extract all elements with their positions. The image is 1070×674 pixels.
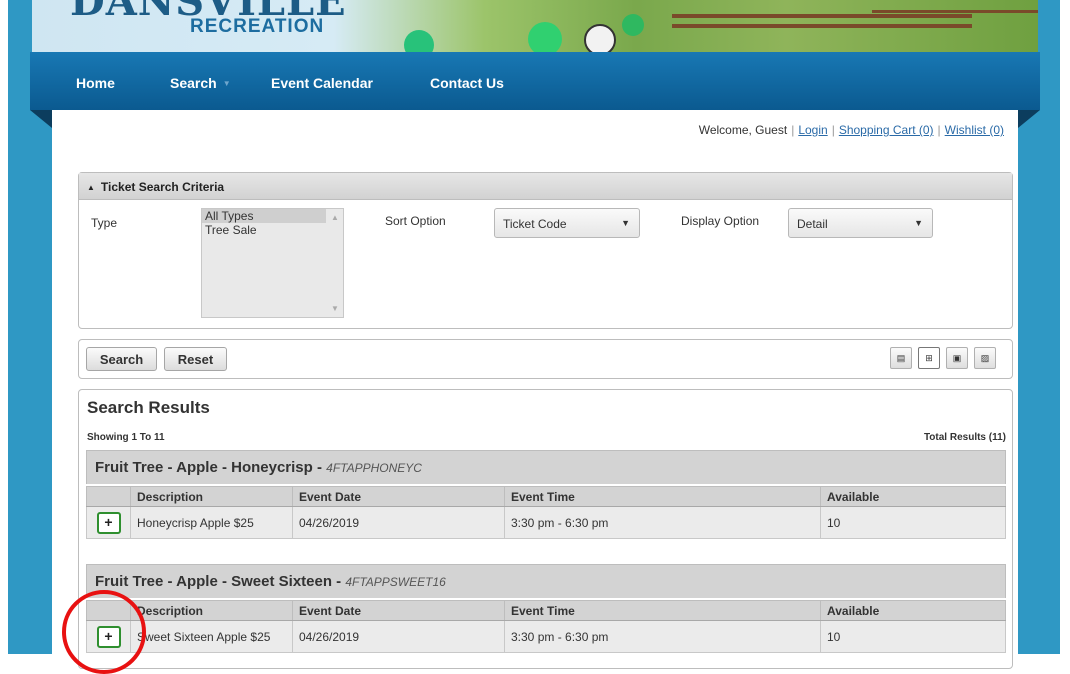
user-bar: Welcome, Guest | Login | Shopping Cart (0) | W… [698,123,1004,137]
table-header-row: Description Event Date Event Time Availa… [86,600,1006,621]
detail-view-icon[interactable]: ⊞ [918,347,940,369]
nav-contact-us[interactable]: Contact Us [430,75,504,91]
header-banner: DANSVILLE RECREATION [32,0,1038,52]
column-header-available: Available [820,600,1006,621]
nav-search-label: Search [170,75,217,91]
column-header-event-date: Event Date [292,600,505,621]
nav-event-calendar[interactable]: Event Calendar [271,75,373,91]
wishlist-link[interactable]: Wishlist (0) [945,123,1004,137]
reset-button[interactable]: Reset [164,347,227,371]
item-code: 4FTAPPHONEYC [326,461,422,475]
display-option-label: Display Option [681,214,760,228]
chevron-down-icon: ▼ [222,79,231,88]
sort-option-select[interactable]: Ticket Code ▼ [494,208,640,238]
welcome-text: Welcome, Guest [698,123,788,137]
item-header: Fruit Tree - Apple - Sweet Sixteen - 4FT… [86,564,1006,598]
nav-search[interactable]: Search ▼ [170,75,231,91]
nav-home[interactable]: Home [76,75,115,91]
dropdown-arrow-icon: ▼ [914,218,923,228]
sort-option-label: Sort Option [385,214,446,228]
sort-option-value: Ticket Code [503,217,567,231]
item-name: Fruit Tree - Apple - Sweet Sixteen - [95,573,346,590]
ball-graphic [404,30,434,52]
login-link[interactable]: Login [798,123,827,137]
item-table: Description Event Date Event Time Availa… [86,600,1006,653]
type-option[interactable]: All Types [202,209,343,223]
criteria-panel-header[interactable]: ▲ Ticket Search Criteria [79,173,1012,200]
shopping-cart-link[interactable]: Shopping Cart (0) [839,123,934,137]
nav-fold-right [1018,110,1040,128]
search-button[interactable]: Search [86,347,157,371]
highlight-circle-annotation [62,590,146,674]
column-header-event-time: Event Time [504,600,821,621]
fence-graphic [872,10,1038,13]
type-listbox[interactable]: All Types Tree Sale ▲ ▼ [201,208,344,318]
ball-graphic [528,22,562,52]
scroll-down-icon[interactable]: ▼ [331,304,339,313]
list-view-icon[interactable]: ▤ [890,347,912,369]
display-option-select[interactable]: Detail ▼ [788,208,933,238]
column-header-event-date: Event Date [292,486,505,507]
event-time-cell: 3:30 pm - 6:30 pm [504,620,821,653]
column-header-event-time: Event Time [504,486,821,507]
nav-fold-left [30,110,52,128]
type-option[interactable]: Tree Sale [202,223,343,237]
listbox-scrollbar[interactable]: ▲ ▼ [326,209,343,317]
brand-subtitle: RECREATION [190,16,325,37]
table-row: + Honeycrisp Apple $25 04/26/2019 3:30 p… [86,506,1006,539]
calendar-view-icon[interactable]: ▣ [946,347,968,369]
item-name: Fruit Tree - Apple - Honeycrisp - [95,459,327,476]
available-cell: 10 [820,506,1006,539]
scroll-up-icon[interactable]: ▲ [331,213,339,222]
type-label: Type [91,216,118,230]
event-date-cell: 04/26/2019 [292,620,505,653]
image-view-icon[interactable]: ▨ [974,347,996,369]
event-time-cell: 3:30 pm - 6:30 pm [504,506,821,539]
available-cell: 10 [820,620,1006,653]
event-date-cell: 04/26/2019 [292,506,505,539]
column-header-description: Description [130,600,293,621]
add-to-cart-button[interactable]: + [96,511,121,534]
column-header-description: Description [130,486,293,507]
ball-graphic [622,14,644,36]
soccer-ball-graphic [584,24,616,52]
item-code: 4FTAPPSWEET16 [345,575,446,589]
dropdown-arrow-icon: ▼ [621,218,630,228]
fence-graphic [672,24,972,28]
description-cell: Honeycrisp Apple $25 [130,506,293,539]
criteria-title: Ticket Search Criteria [100,180,225,194]
add-cell: + [86,506,131,539]
results-total: Total Results (11) [923,432,1006,443]
table-row: + Sweet Sixteen Apple $25 04/26/2019 3:3… [86,620,1006,653]
item-table: Description Event Date Event Time Availa… [86,486,1006,539]
column-header-add [86,486,131,507]
fence-graphic [672,14,972,18]
collapse-triangle-icon: ▲ [87,183,95,192]
display-option-value: Detail [797,217,828,231]
results-showing: Showing 1 To 11 [87,432,165,443]
table-header-row: Description Event Date Event Time Availa… [86,486,1006,507]
column-header-available: Available [820,486,1006,507]
item-header: Fruit Tree - Apple - Honeycrisp - 4FTAPP… [86,450,1006,484]
results-title: Search Results [87,398,210,417]
description-cell: Sweet Sixteen Apple $25 [130,620,293,653]
